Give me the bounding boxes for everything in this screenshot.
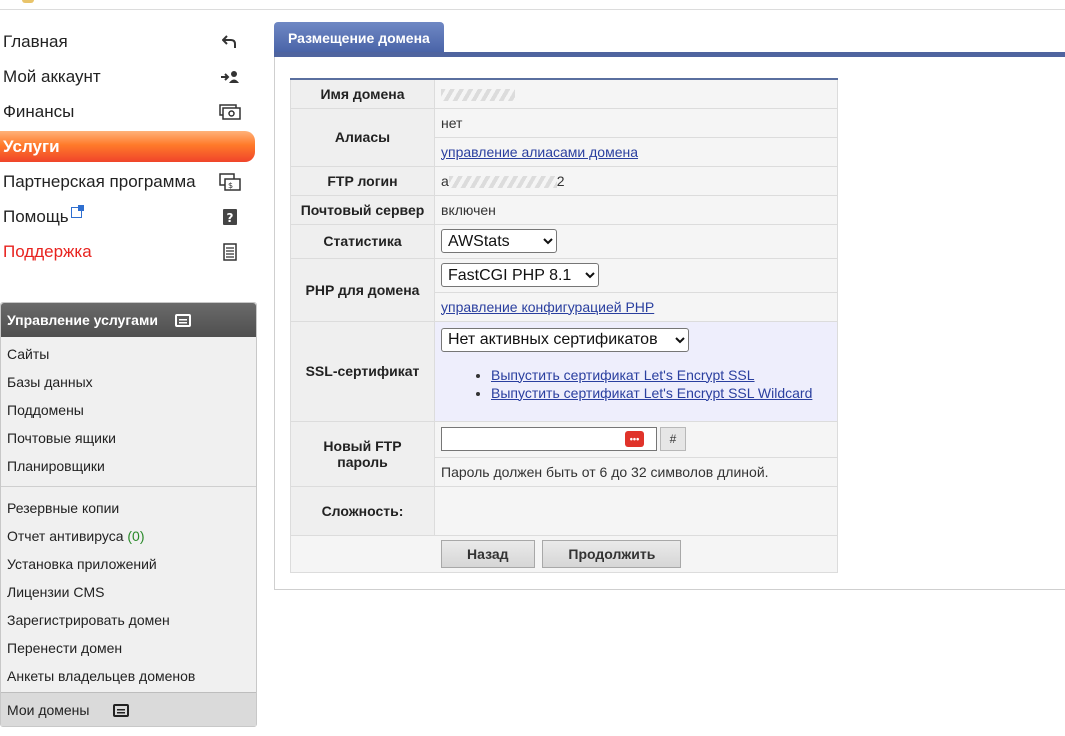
php-label: PHP для домена bbox=[290, 257, 435, 322]
continue-button[interactable]: Продолжить bbox=[542, 539, 682, 568]
php-config-link[interactable]: управление конфигурацией PHP bbox=[441, 299, 654, 315]
list-item: Выпустить сертификат Let's Encrypt SSL W… bbox=[491, 384, 831, 402]
mail-server-label: Почтовый сервер bbox=[290, 194, 435, 225]
services-item-label: Отчет антивируса bbox=[7, 528, 124, 544]
ssl-actions-list: Выпустить сертификат Let's Encrypt SSL В… bbox=[441, 366, 831, 402]
services-item-sites[interactable]: Сайты bbox=[1, 340, 256, 368]
nav-item-label: Услуги bbox=[3, 137, 60, 156]
divider bbox=[1, 486, 256, 487]
ftp-password-label: Новый FTP пароль bbox=[290, 420, 435, 487]
ssl-label: SSL-сертификат bbox=[290, 320, 435, 422]
ftp-password-field[interactable]: ••• bbox=[441, 427, 657, 451]
manage-aliases-link[interactable]: управление алиасами домена bbox=[441, 144, 638, 160]
my-domains-footer[interactable]: Мои домены bbox=[1, 692, 256, 726]
antivirus-count: (0) bbox=[127, 528, 145, 544]
partner-icon: $ bbox=[218, 173, 242, 191]
aliases-value: нет bbox=[434, 107, 838, 138]
complexity-value bbox=[434, 485, 838, 536]
list-item: Выпустить сертификат Let's Encrypt SSL bbox=[491, 366, 831, 384]
back-arrow-icon bbox=[218, 33, 242, 51]
issue-letsencrypt-link[interactable]: Выпустить сертификат Let's Encrypt SSL bbox=[491, 367, 755, 383]
statistics-label: Статистика bbox=[290, 223, 435, 259]
services-panel-title: Управление услугами bbox=[7, 312, 158, 328]
nav-item-label: Мой аккаунт bbox=[3, 67, 101, 86]
nav-item-account[interactable]: Мой аккаунт bbox=[0, 59, 258, 94]
services-item-app-install[interactable]: Установка приложений bbox=[1, 550, 256, 578]
services-panel: Управление услугами Сайты Базы данных По… bbox=[0, 302, 257, 727]
redacted-text bbox=[448, 175, 557, 188]
nav-item-label: Партнерская программа bbox=[3, 172, 196, 191]
services-item-subdomains[interactable]: Поддомены bbox=[1, 396, 256, 424]
generate-password-button[interactable]: # bbox=[660, 427, 686, 451]
cash-icon bbox=[218, 103, 242, 121]
services-item-databases[interactable]: Базы данных bbox=[1, 368, 256, 396]
nav-item-home[interactable]: Главная bbox=[0, 24, 258, 59]
svg-text:?: ? bbox=[227, 211, 234, 225]
mail-server-value: включен bbox=[434, 194, 838, 225]
nav-item-label: Финансы bbox=[3, 102, 75, 121]
services-item-domain-owners[interactable]: Анкеты владельцев доменов bbox=[1, 662, 256, 690]
list-icon[interactable] bbox=[175, 314, 191, 327]
logo-fragment bbox=[22, 0, 34, 3]
nav-item-help[interactable]: Помощь ? bbox=[0, 199, 258, 234]
services-item-backups[interactable]: Резервные копии bbox=[1, 494, 256, 522]
issue-letsencrypt-wildcard-link[interactable]: Выпустить сертификат Let's Encrypt SSL W… bbox=[491, 385, 812, 401]
php-select[interactable]: FastCGI PHP 8.1 bbox=[441, 263, 599, 287]
services-item-mailboxes[interactable]: Почтовые ящики bbox=[1, 424, 256, 452]
ssl-select[interactable]: Нет активных сертификатов bbox=[441, 327, 689, 352]
aliases-label: Алиасы bbox=[290, 107, 435, 167]
help-icon: ? bbox=[218, 208, 242, 226]
ftp-login-value: a2 bbox=[434, 165, 838, 196]
svg-text:$: $ bbox=[228, 181, 233, 190]
ftp-login-label: FTP логин bbox=[290, 165, 435, 196]
nav-item-label: Помощь bbox=[3, 207, 69, 226]
services-item-schedulers[interactable]: Планировщики bbox=[1, 452, 256, 480]
tab-domain-hosting[interactable]: Размещение домена bbox=[274, 22, 444, 52]
domain-form: Имя домена Алиасы нет управление алиасам… bbox=[290, 78, 838, 573]
services-item-register-domain[interactable]: Зарегистрировать домен bbox=[1, 606, 256, 634]
domain-name-value bbox=[434, 78, 838, 109]
nav-item-support[interactable]: Поддержка bbox=[0, 234, 258, 269]
services-item-transfer-domain[interactable]: Перенести домен bbox=[1, 634, 256, 662]
nav-item-label: Поддержка bbox=[3, 242, 92, 261]
document-icon bbox=[218, 243, 242, 261]
main-nav: Главная Мой аккаунт Финансы Услуги Партн… bbox=[0, 24, 258, 269]
ftp-login-suffix: 2 bbox=[556, 172, 565, 189]
my-domains-label: Мои домены bbox=[7, 702, 90, 718]
services-item-antivirus[interactable]: Отчет антивируса (0) bbox=[1, 522, 256, 550]
ftp-password-hint: Пароль должен быть от 6 до 32 символов д… bbox=[434, 456, 838, 487]
domain-name-label: Имя домена bbox=[290, 78, 435, 109]
user-login-icon bbox=[218, 68, 242, 86]
header-divider bbox=[0, 9, 1065, 10]
ftp-login-prefix: a bbox=[441, 172, 449, 189]
nav-item-services[interactable]: Услуги bbox=[0, 129, 258, 164]
services-panel-header[interactable]: Управление услугами bbox=[1, 303, 256, 337]
nav-item-finance[interactable]: Финансы bbox=[0, 94, 258, 129]
external-link-icon bbox=[70, 205, 84, 218]
statistics-select[interactable]: AWStats bbox=[441, 229, 557, 253]
back-button[interactable]: Назад bbox=[441, 539, 535, 568]
list-icon[interactable] bbox=[113, 704, 129, 717]
nav-item-partner[interactable]: Партнерская программа $ bbox=[0, 164, 258, 199]
nav-item-label: Главная bbox=[3, 32, 68, 51]
redacted-text bbox=[441, 89, 515, 102]
services-item-cms-licenses[interactable]: Лицензии CMS bbox=[1, 578, 256, 606]
ftp-password-input[interactable] bbox=[442, 428, 630, 448]
password-manager-icon[interactable]: ••• bbox=[625, 431, 644, 447]
complexity-label: Сложность: bbox=[290, 485, 435, 536]
